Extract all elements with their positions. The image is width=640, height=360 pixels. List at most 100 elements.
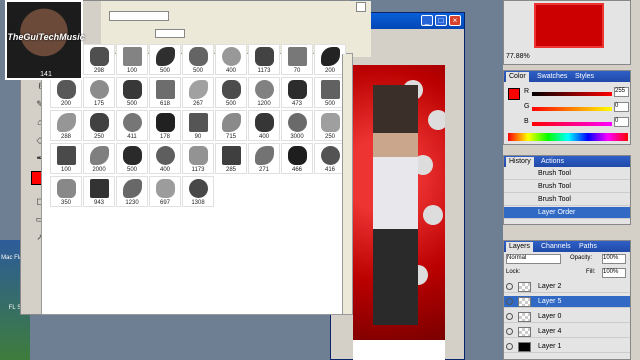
layer-row[interactable]: Layer 0: [504, 311, 630, 323]
brush-preset-cell[interactable]: 466: [281, 143, 313, 174]
options-field[interactable]: [109, 11, 169, 21]
brush-size-label: 500: [126, 167, 137, 173]
brush-preset-cell[interactable]: 271: [248, 143, 280, 174]
close-button[interactable]: ×: [449, 15, 461, 26]
tab-actions[interactable]: Actions: [538, 157, 567, 167]
brush-preset-cell[interactable]: 100: [50, 143, 82, 174]
brush-preset-cell[interactable]: 715: [215, 110, 247, 141]
brush-preset-cell[interactable]: 473: [281, 77, 313, 108]
document-canvas[interactable]: [353, 65, 445, 340]
slider-g[interactable]: [532, 107, 612, 111]
brush-preset-cell[interactable]: 70: [281, 44, 313, 75]
brush-preset-cell[interactable]: 400: [215, 44, 247, 75]
history-tabs: History Actions: [504, 156, 630, 167]
brush-preset-cell[interactable]: 100: [116, 44, 148, 75]
tab-styles[interactable]: Styles: [572, 72, 597, 82]
value-b[interactable]: 0: [614, 117, 629, 127]
tab-layers[interactable]: Layers: [506, 242, 534, 252]
brush-preset-cell[interactable]: 618: [149, 77, 181, 108]
options-button[interactable]: [155, 29, 185, 38]
brush-size-label: 1173: [191, 167, 205, 173]
brush-preset-cell[interactable]: 2000: [83, 143, 115, 174]
brush-preset-cell[interactable]: 285: [215, 143, 247, 174]
canvas-dot: [423, 205, 443, 225]
value-r[interactable]: 255: [614, 87, 629, 97]
layer-row[interactable]: Layer 2: [504, 281, 630, 293]
brush-preset-cell[interactable]: 500: [116, 143, 148, 174]
layer-name: Layer 0: [538, 313, 562, 320]
brush-preset-cell[interactable]: 350: [50, 176, 82, 207]
tab-color[interactable]: Color: [506, 72, 529, 82]
brush-preset-cell[interactable]: 500: [149, 44, 181, 75]
brush-size-label: 70: [293, 68, 301, 74]
history-item[interactable]: Brush Tool: [504, 168, 630, 180]
brush-preset-cell[interactable]: 1308: [182, 176, 214, 207]
brush-shape-icon: [255, 47, 274, 66]
brush-size-label: 2000: [92, 167, 106, 173]
brush-shape-icon: [222, 47, 241, 66]
fill-field[interactable]: 100%: [602, 268, 626, 278]
layer-row[interactable]: Layer 4: [504, 326, 630, 338]
brush-preset-cell[interactable]: 267: [182, 77, 214, 108]
eye-icon[interactable]: [506, 343, 513, 350]
brush-preset-cell[interactable]: 400: [149, 143, 181, 174]
brush-shape-icon: [90, 47, 109, 66]
history-item[interactable]: Brush Tool: [504, 181, 630, 193]
brush-preset-cell[interactable]: 1200: [248, 77, 280, 108]
layer-row[interactable]: Layer 1: [504, 341, 630, 353]
tab-channels[interactable]: Channels: [538, 242, 574, 252]
brush-preset-cell[interactable]: 288: [50, 110, 82, 141]
navigator-panel: 77.88%: [503, 0, 631, 65]
minimize-button[interactable]: _: [421, 15, 433, 26]
value-g[interactable]: 0: [614, 102, 629, 112]
maximize-button[interactable]: □: [435, 15, 447, 26]
brush-preset-cell[interactable]: 400: [248, 110, 280, 141]
eye-icon[interactable]: [506, 298, 513, 305]
brush-preset-cell[interactable]: 3000: [281, 110, 313, 141]
tab-swatches[interactable]: Swatches: [534, 72, 570, 82]
brush-preset-cell[interactable]: 1173: [182, 143, 214, 174]
brush-preset-cell[interactable]: 90: [182, 110, 214, 141]
brush-size-label: 3000: [290, 134, 304, 140]
brush-preset-cell[interactable]: 697: [149, 176, 181, 207]
eye-icon[interactable]: [506, 328, 513, 335]
brush-preset-cell[interactable]: 943: [83, 176, 115, 207]
brush-preset-cell[interactable]: 200: [50, 77, 82, 108]
brush-preset-cell[interactable]: 178: [149, 110, 181, 141]
brush-size-label: 400: [258, 134, 269, 140]
brush-preset-cell[interactable]: 500: [215, 77, 247, 108]
foreground-swatch[interactable]: [508, 88, 520, 100]
slider-r[interactable]: [532, 92, 612, 96]
brush-size-label: 298: [93, 68, 104, 74]
eye-icon[interactable]: [506, 313, 513, 320]
layer-thumbnail: [518, 342, 531, 352]
tab-history[interactable]: History: [506, 157, 534, 167]
brush-size-label: 500: [126, 101, 137, 107]
brush-preset-cell[interactable]: 411: [116, 110, 148, 141]
brush-preset-cell[interactable]: 250: [83, 110, 115, 141]
person-photo: [373, 85, 418, 325]
eye-icon[interactable]: [506, 283, 513, 290]
slider-b[interactable]: [532, 122, 612, 126]
channel-label-r: R: [524, 88, 530, 95]
layer-row-selected[interactable]: Layer 5: [504, 296, 630, 308]
brush-preset-cell[interactable]: 1230: [116, 176, 148, 207]
layer-name: Layer 5: [538, 298, 562, 305]
preset-scrollbar[interactable]: [342, 54, 352, 314]
navigator-zoom[interactable]: 77.88%: [506, 53, 530, 60]
brush-shape-icon: [255, 113, 274, 132]
brush-size-label: 250: [93, 134, 104, 140]
history-item-selected[interactable]: Layer Order: [504, 207, 630, 219]
history-item[interactable]: Brush Tool: [504, 194, 630, 206]
brush-preset-cell[interactable]: 1173: [248, 44, 280, 75]
options-scroll-button[interactable]: [356, 2, 366, 12]
opacity-field[interactable]: 100%: [602, 254, 626, 264]
blend-mode-select[interactable]: Normal: [506, 254, 561, 264]
brush-preset-cell[interactable]: 175: [83, 77, 115, 108]
color-ramp[interactable]: [508, 133, 628, 141]
brush-preset-cell[interactable]: 500: [182, 44, 214, 75]
tab-paths[interactable]: Paths: [576, 242, 600, 252]
brush-preset-cell[interactable]: 500: [116, 77, 148, 108]
brush-preset-cell[interactable]: 298: [83, 44, 115, 75]
brush-size-label: 473: [291, 101, 302, 107]
